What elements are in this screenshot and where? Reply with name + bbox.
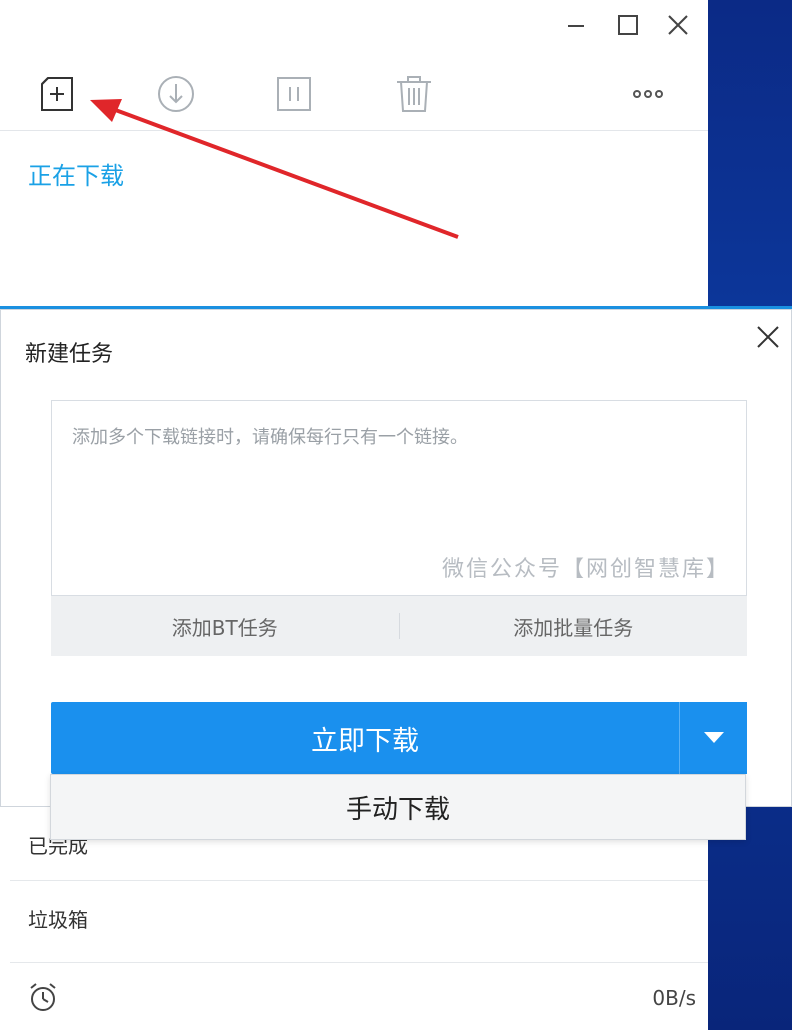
add-bt-task-button[interactable]: 添加BT任务	[51, 612, 399, 641]
url-textarea[interactable]: 添加多个下载链接时，请确保每行只有一个链接。 微信公众号【网创智慧库】	[51, 400, 747, 596]
alarm-clock-icon[interactable]	[28, 980, 58, 1014]
close-icon	[757, 326, 779, 348]
dialog-title: 新建任务	[25, 342, 114, 367]
url-placeholder: 添加多个下载链接时，请确保每行只有一个链接。	[72, 427, 468, 448]
download-now-button[interactable]: 立即下载	[51, 702, 679, 774]
divider	[10, 880, 708, 881]
annotation-arrow	[90, 99, 459, 239]
dialog-close-button[interactable]	[751, 320, 785, 354]
download-speed: 0B/s	[652, 986, 696, 1010]
chevron-down-icon	[703, 732, 724, 743]
add-task-bar: 添加BT任务 添加批量任务	[51, 596, 747, 656]
add-batch-task-button[interactable]: 添加批量任务	[400, 612, 748, 641]
nav-trash[interactable]: 垃圾箱	[28, 904, 88, 933]
menu-item-manual-download[interactable]: 手动下载	[50, 774, 746, 840]
download-options-dropdown[interactable]	[679, 702, 747, 774]
divider	[10, 962, 708, 963]
new-task-dialog: 新建任务 添加多个下载链接时，请确保每行只有一个链接。 微信公众号【网创智慧库】…	[0, 309, 792, 807]
watermark: 微信公众号【网创智慧库】	[441, 557, 730, 582]
